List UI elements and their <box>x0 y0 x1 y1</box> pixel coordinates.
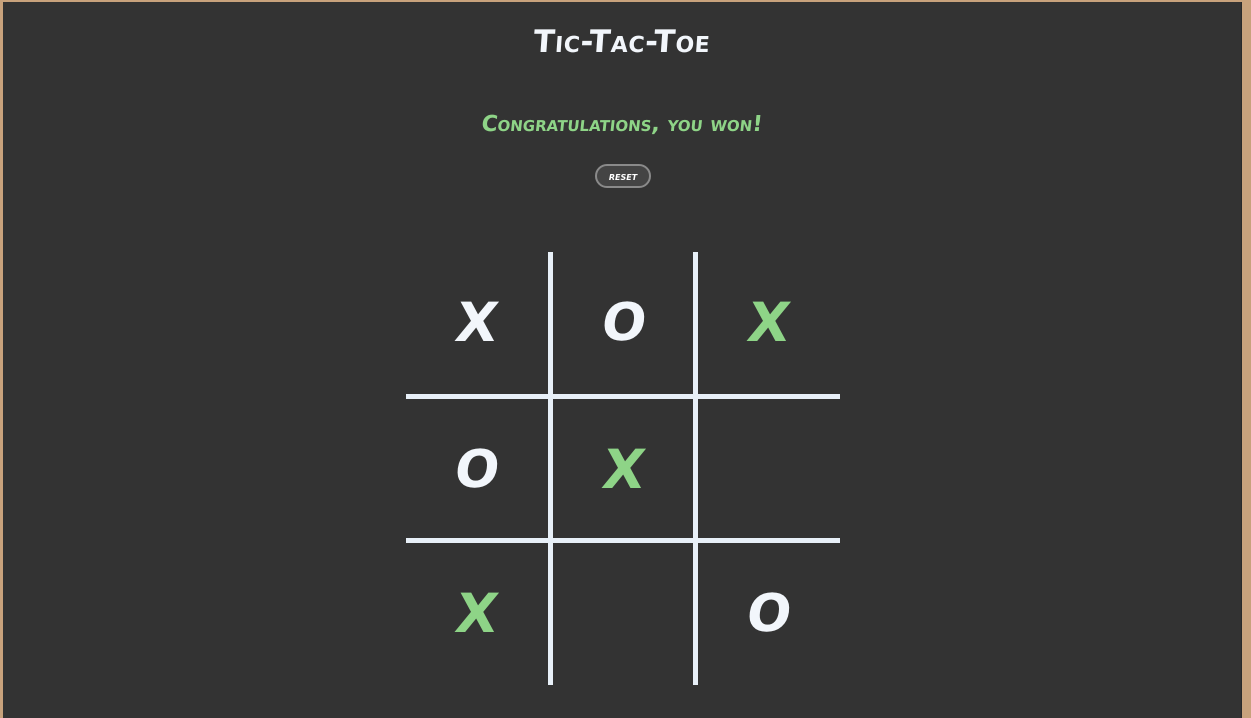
cell-mark: O <box>742 584 796 644</box>
cell-mark: O <box>597 293 651 353</box>
cell-mark: O <box>450 440 504 500</box>
board-cell-8[interactable] <box>553 543 695 685</box>
board-cell-2[interactable]: O <box>553 252 695 394</box>
cell-mark: X <box>598 438 650 501</box>
board-cell-9[interactable]: O <box>698 543 840 685</box>
game-window: Tic-Tac-Toe Congratulations, you won! re… <box>3 2 1242 718</box>
cell-mark: X <box>743 291 795 354</box>
board-cell-4[interactable]: O <box>406 399 548 541</box>
board-cell-6[interactable] <box>698 399 840 541</box>
board-cell-1[interactable]: X <box>406 252 548 394</box>
board-cell-5[interactable]: X <box>553 399 695 541</box>
page-title: Tic-Tac-Toe <box>532 24 712 60</box>
game-board: X O X O X X O <box>406 252 840 686</box>
game-status-message: Congratulations, you won! <box>480 112 764 137</box>
reset-button[interactable]: reset <box>595 164 651 188</box>
cell-mark: X <box>451 582 503 645</box>
cell-mark: X <box>451 291 503 354</box>
board-cell-7[interactable]: X <box>406 543 548 685</box>
board-cell-3[interactable]: X <box>698 252 840 394</box>
